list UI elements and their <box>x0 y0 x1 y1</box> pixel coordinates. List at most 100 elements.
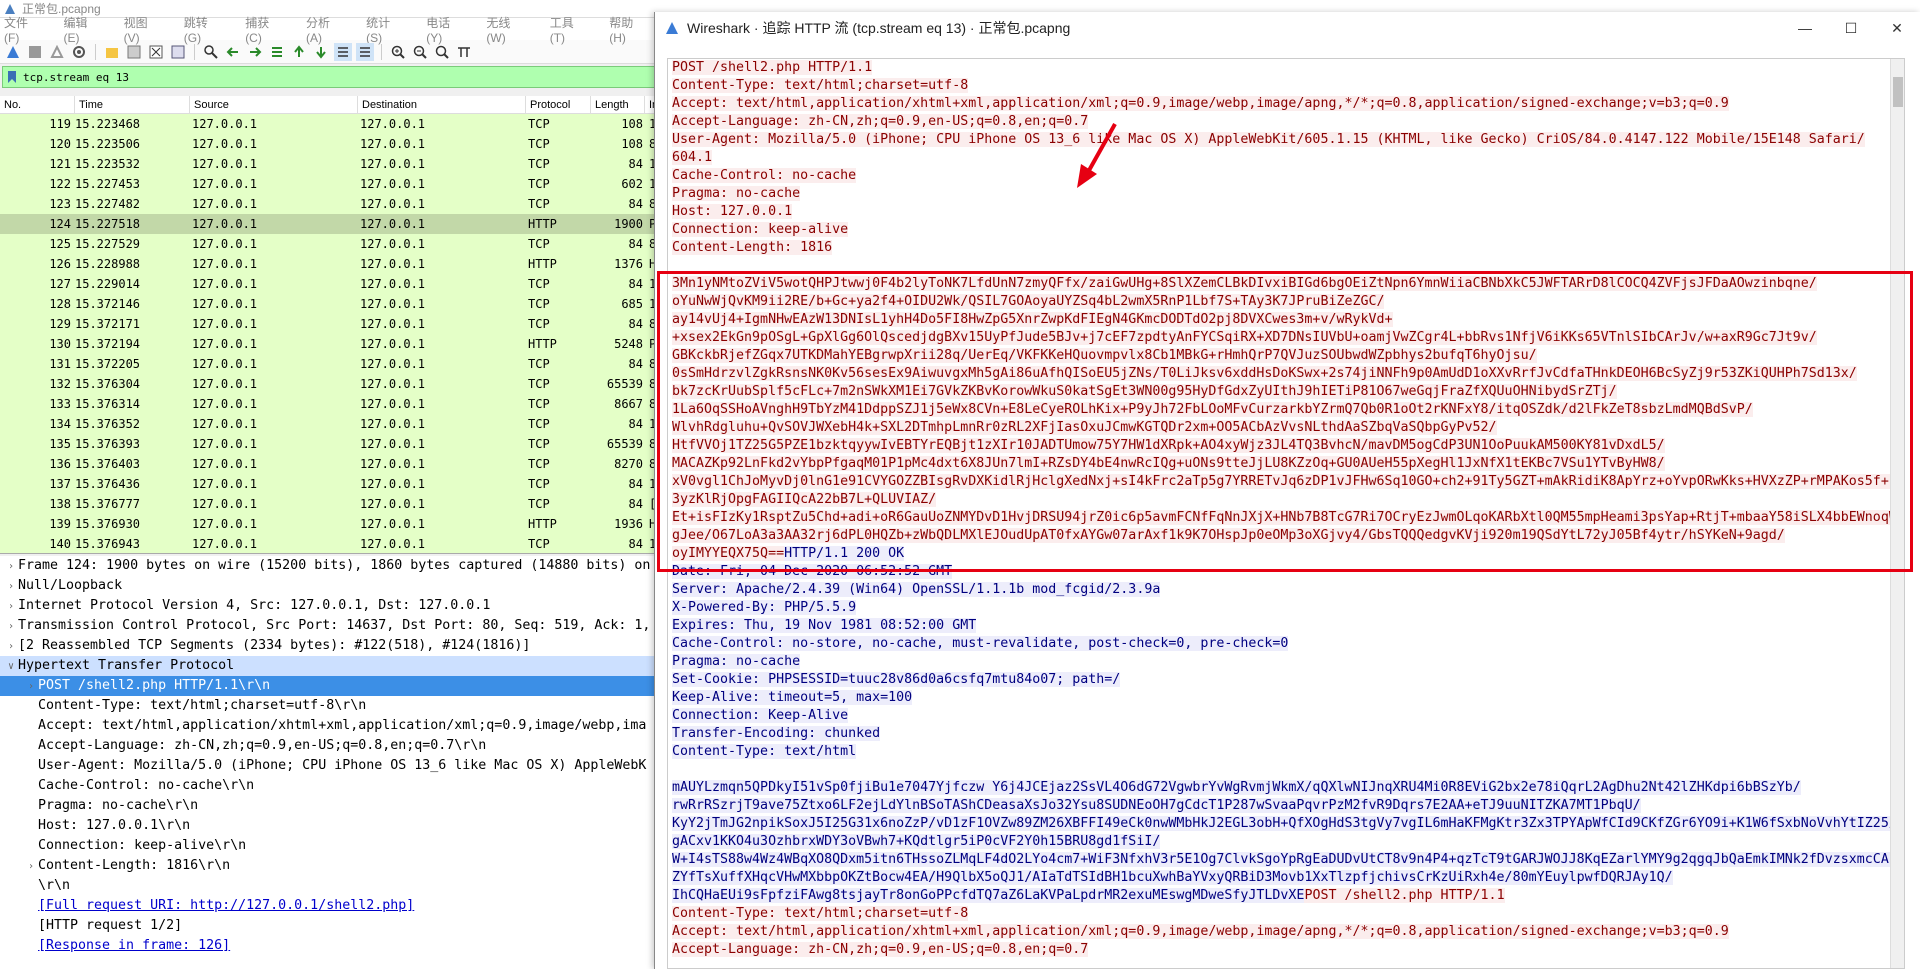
detail-text: Connection: keep-alive\r\n <box>38 838 247 853</box>
detail-line[interactable]: [HTTP request 1/2] <box>0 916 670 936</box>
stop-capture-icon[interactable] <box>26 43 44 61</box>
detail-line[interactable]: › Transmission Control Protocol, Src Port… <box>0 616 670 636</box>
detail-line[interactable]: [Response in frame: 126] <box>0 936 670 956</box>
column-header[interactable]: Destination <box>358 96 526 113</box>
detail-line[interactable]: Host: 127.0.0.1\r\n <box>0 816 670 836</box>
packet-row[interactable]: 13915.376930127.0.0.1127.0.0.1HTTP1936HT <box>0 514 670 534</box>
packet-row[interactable]: 13715.376436127.0.0.1127.0.0.1TCP8414 <box>0 474 670 494</box>
packet-row[interactable]: 12515.227529127.0.0.1127.0.0.1TCP8480 <box>0 234 670 254</box>
packet-row[interactable]: 14015.376943127.0.0.1127.0.0.1TCP8414 <box>0 534 670 553</box>
menu-item[interactable]: 工具(T) <box>550 14 588 45</box>
find-packet-icon[interactable] <box>202 43 220 61</box>
menu-item[interactable]: 统计(S) <box>366 14 404 45</box>
detail-text[interactable]: [Full request URI: http://127.0.0.1/shel… <box>38 898 414 913</box>
packet-row[interactable]: 12615.228988127.0.0.1127.0.0.1HTTP1376HT <box>0 254 670 274</box>
menu-item[interactable]: 分析(A) <box>306 14 344 45</box>
packet-row[interactable]: 13615.376403127.0.0.1127.0.0.1TCP827080 <box>0 454 670 474</box>
packet-row[interactable]: 13515.376393127.0.0.1127.0.0.1TCP6553980 <box>0 434 670 454</box>
packet-row[interactable]: 12115.223532127.0.0.1127.0.0.1TCP8414 <box>0 154 670 174</box>
detail-line[interactable]: › POST /shell2.php HTTP/1.1\r\n <box>0 676 670 696</box>
close-file-icon[interactable] <box>147 43 165 61</box>
packet-row[interactable]: 13115.372205127.0.0.1127.0.0.1TCP8480 <box>0 354 670 374</box>
detail-line[interactable]: › Frame 124: 1900 bytes on wire (15200 bi… <box>0 556 670 576</box>
stream-scrollbar[interactable] <box>1890 59 1904 968</box>
save-file-icon[interactable] <box>125 43 143 61</box>
menu-item[interactable]: 视图(V) <box>124 14 162 45</box>
packet-row[interactable]: 11915.223468127.0.0.1127.0.0.1TCP10814 <box>0 114 670 134</box>
detail-line[interactable]: [Full request URI: http://127.0.0.1/shel… <box>0 896 670 916</box>
start-capture-icon[interactable] <box>4 43 22 61</box>
go-back-icon[interactable] <box>224 43 242 61</box>
column-header[interactable]: Length <box>591 96 645 113</box>
menu-item[interactable]: 电话(Y) <box>426 14 464 45</box>
packet-row[interactable]: 13815.376777127.0.0.1127.0.0.1TCP84[T <box>0 494 670 514</box>
menu-item[interactable]: 无线(W) <box>486 14 527 45</box>
packet-row[interactable]: 13015.372194127.0.0.1127.0.0.1HTTP5248PO <box>0 334 670 354</box>
collapsed-arrow-icon[interactable]: › <box>4 617 18 637</box>
detail-line[interactable]: Cache-Control: no-cache\r\n <box>0 776 670 796</box>
packet-row[interactable]: 12915.372171127.0.0.1127.0.0.1TCP8480 <box>0 314 670 334</box>
detail-line[interactable]: › [2 Reassembled TCP Segments (2334 bytes… <box>0 636 670 656</box>
collapsed-arrow-icon[interactable]: › <box>24 677 38 697</box>
go-to-packet-icon[interactable] <box>268 43 286 61</box>
expanded-arrow-icon[interactable]: ∨ <box>4 657 18 677</box>
detail-line[interactable]: › Null/Loopback <box>0 576 670 596</box>
column-header[interactable]: Source <box>190 96 358 113</box>
packet-row[interactable]: 12315.227482127.0.0.1127.0.0.1TCP8480 <box>0 194 670 214</box>
last-packet-icon[interactable] <box>312 43 330 61</box>
zoom-in-icon[interactable] <box>389 43 407 61</box>
collapsed-arrow-icon[interactable]: › <box>4 637 18 657</box>
menu-item[interactable]: 帮助(H) <box>609 14 648 45</box>
restart-capture-icon[interactable] <box>48 43 66 61</box>
detail-line[interactable]: ∨ Hypertext Transfer Protocol <box>0 656 670 676</box>
bookmark-icon[interactable] <box>7 70 17 84</box>
column-header[interactable]: Time <box>75 96 190 113</box>
detail-line[interactable]: User-Agent: Mozilla/5.0 (iPhone; CPU iPh… <box>0 756 670 776</box>
maximize-icon[interactable]: ☐ <box>1828 12 1874 44</box>
resize-columns-icon[interactable] <box>455 43 473 61</box>
detail-line[interactable]: › Content-Length: 1816\r\n <box>0 856 670 876</box>
packet-row[interactable]: 13315.376314127.0.0.1127.0.0.1TCP866780 <box>0 394 670 414</box>
collapsed-arrow-icon[interactable]: › <box>4 597 18 617</box>
menu-item[interactable]: 捕获(C) <box>245 14 284 45</box>
packet-row[interactable]: 12015.223506127.0.0.1127.0.0.1TCP10880 <box>0 134 670 154</box>
zoom-out-icon[interactable] <box>411 43 429 61</box>
autoscroll-icon[interactable] <box>334 42 352 61</box>
display-filter-bar[interactable]: tcp.stream eq 13 <box>2 66 668 88</box>
column-header[interactable]: No. <box>0 96 75 113</box>
detail-line[interactable]: Connection: keep-alive\r\n <box>0 836 670 856</box>
menu-item[interactable]: 跳转(G) <box>184 14 223 45</box>
detail-line[interactable]: Accept: text/html,application/xhtml+xml,… <box>0 716 670 736</box>
detail-line[interactable]: Content-Type: text/html;charset=utf-8\r\… <box>0 696 670 716</box>
collapsed-arrow-icon[interactable]: › <box>24 857 38 877</box>
menu-item[interactable]: 编辑(E) <box>64 14 102 45</box>
detail-line[interactable]: › Internet Protocol Version 4, Src: 127.0… <box>0 596 670 616</box>
packet-row[interactable]: 13215.376304127.0.0.1127.0.0.1TCP6553980 <box>0 374 670 394</box>
display-filter-input[interactable]: tcp.stream eq 13 <box>23 71 129 84</box>
collapsed-arrow-icon[interactable]: › <box>4 577 18 597</box>
first-packet-icon[interactable] <box>290 43 308 61</box>
zoom-normal-icon[interactable] <box>433 43 451 61</box>
detail-line[interactable]: \r\n <box>0 876 670 896</box>
capture-options-icon[interactable] <box>70 43 88 61</box>
stream-content[interactable]: POST /shell2.php HTTP/1.1 Content-Type: t… <box>667 58 1905 969</box>
detail-line[interactable]: Accept-Language: zh-CN,zh;q=0.9,en-US;q=… <box>0 736 670 756</box>
minimize-icon[interactable]: — <box>1782 12 1828 44</box>
packet-row[interactable]: 12715.229014127.0.0.1127.0.0.1TCP8414 <box>0 274 670 294</box>
column-header[interactable]: Protocol <box>526 96 591 113</box>
detail-text[interactable]: [Response in frame: 126] <box>38 938 230 953</box>
menu-item[interactable]: 文件(F) <box>4 14 42 45</box>
packet-row[interactable]: 13415.376352127.0.0.1127.0.0.1TCP8414 <box>0 414 670 434</box>
packet-row[interactable]: 12415.227518127.0.0.1127.0.0.1HTTP1900PO <box>0 214 670 234</box>
detail-line[interactable]: Pragma: no-cache\r\n <box>0 796 670 816</box>
packet-row[interactable]: 12815.372146127.0.0.1127.0.0.1TCP68514 <box>0 294 670 314</box>
go-forward-icon[interactable] <box>246 43 264 61</box>
reload-file-icon[interactable] <box>169 43 187 61</box>
colorize-icon[interactable] <box>356 42 374 61</box>
stream-line: gJee/O67LoA3a3AA32rj6dPL0HQZb+zWbQDLMXlE… <box>668 527 1904 545</box>
packet-row[interactable]: 12215.227453127.0.0.1127.0.0.1TCP60214 <box>0 174 670 194</box>
scrollbar-thumb[interactable] <box>1893 77 1903 107</box>
collapsed-arrow-icon[interactable]: › <box>4 557 18 577</box>
open-file-icon[interactable] <box>103 43 121 61</box>
close-icon[interactable]: ✕ <box>1874 12 1920 44</box>
